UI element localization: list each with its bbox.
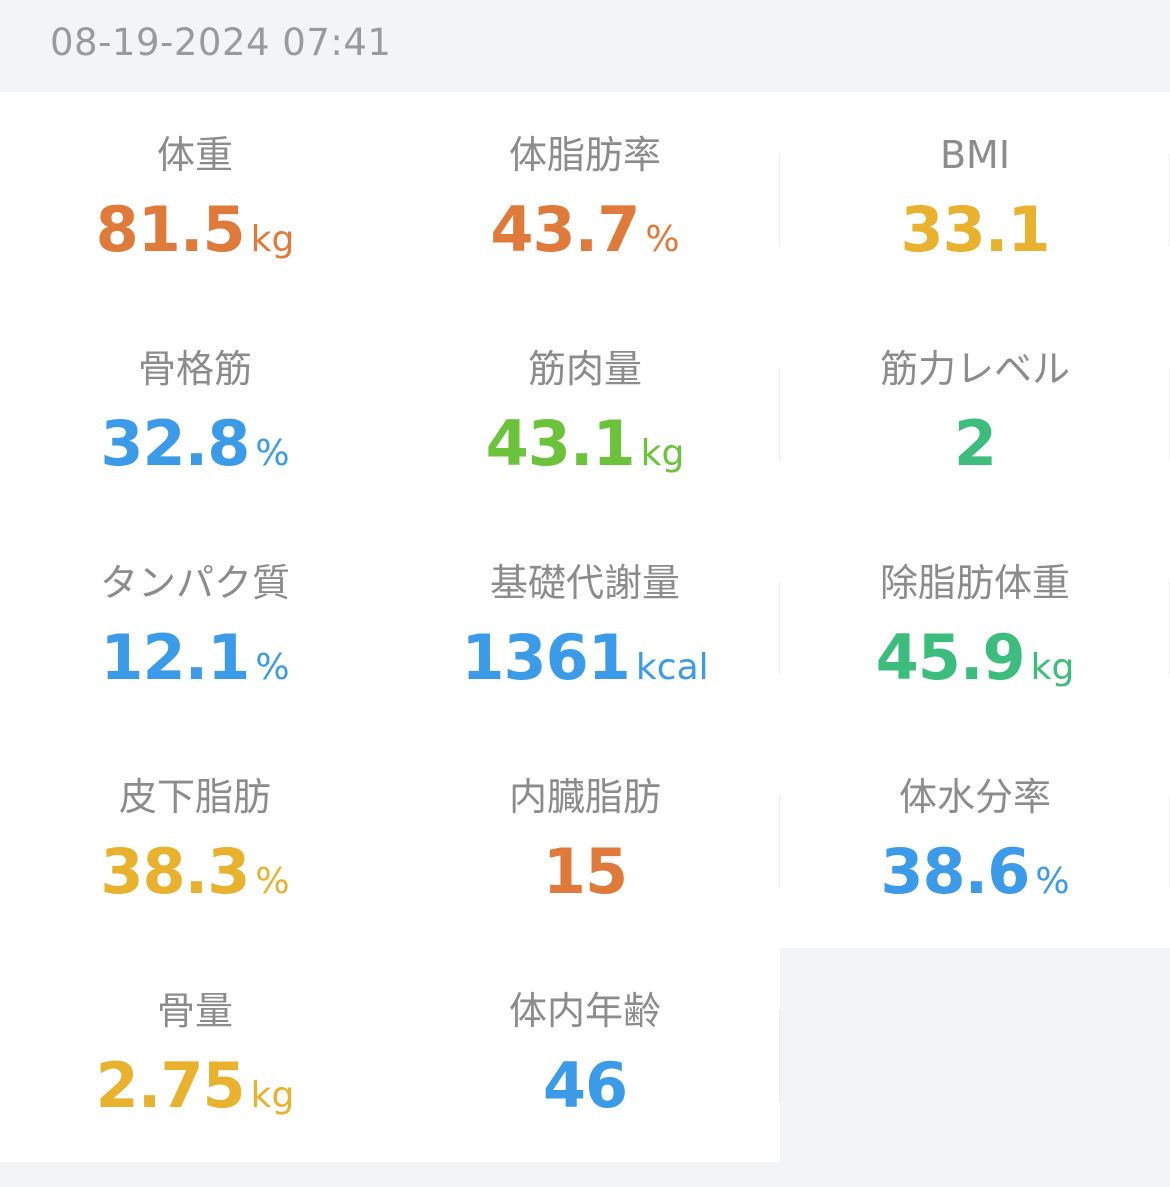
- metric-value-wrap: 15: [390, 836, 780, 924]
- bottom-background: [0, 1164, 1170, 1187]
- metric-value-wrap: 32.8%: [0, 408, 390, 496]
- metric-value: 38.3: [100, 835, 250, 908]
- metric-value-wrap: 2: [780, 408, 1170, 496]
- metric-unit: %: [255, 433, 290, 474]
- metric-basal-metabolism[interactable]: 基礎代謝量 1361 kcal: [390, 520, 780, 734]
- metric-label: 体脂肪率: [508, 133, 661, 177]
- metrics-row: 体重 81.5 kg 体脂肪率 43.7% BMI 33.1: [0, 92, 1170, 306]
- metric-value: 15: [542, 835, 628, 908]
- metric-label: 筋肉量: [527, 347, 642, 391]
- metric-value-wrap: 12.1%: [0, 622, 390, 710]
- metric-value-wrap: 46: [390, 1050, 780, 1138]
- metric-muscle-mass[interactable]: 筋肉量 43.1 kg: [390, 306, 780, 520]
- metric-label: 骨格筋: [137, 347, 252, 391]
- measurement-timestamp: 08-19-2024 07:41: [50, 21, 392, 64]
- metric-value-wrap: 45.9 kg: [780, 622, 1170, 710]
- metric-label: 基礎代謝量: [489, 561, 680, 605]
- metric-label: BMI: [939, 133, 1011, 177]
- metric-label: 内臓脂肪: [508, 775, 661, 819]
- metric-value: 1361: [461, 621, 631, 694]
- metric-value: 2.75: [95, 1049, 246, 1122]
- metric-unit: kg: [640, 433, 685, 474]
- metric-label: 除脂肪体重: [879, 561, 1070, 605]
- metric-value: 43.7: [490, 193, 640, 266]
- metric-value-wrap: 33.1: [780, 194, 1170, 282]
- metric-value: 2: [953, 407, 997, 480]
- metric-value-wrap: 38.6%: [780, 836, 1170, 924]
- metric-body-water-rate[interactable]: 体水分率 38.6%: [780, 734, 1170, 948]
- metric-visceral-fat[interactable]: 内臓脂肪 15: [390, 734, 780, 948]
- metric-value-wrap: 1361 kcal: [390, 622, 780, 710]
- metric-weight[interactable]: 体重 81.5 kg: [0, 92, 390, 306]
- metric-skeletal-muscle[interactable]: 骨格筋 32.8%: [0, 306, 390, 520]
- empty-grid-cell: [780, 950, 1170, 1187]
- metric-unit: %: [645, 219, 680, 260]
- metric-metabolic-age[interactable]: 体内年齢 46: [390, 948, 780, 1162]
- metric-unit: kg: [250, 1075, 295, 1116]
- metric-value: 33.1: [900, 193, 1051, 266]
- metrics-row: 皮下脂肪 38.3% 内臓脂肪 15 体水分率 38.6%: [0, 734, 1170, 948]
- metric-subcutaneous-fat[interactable]: 皮下脂肪 38.3%: [0, 734, 390, 948]
- metric-bmi[interactable]: BMI 33.1: [780, 92, 1170, 306]
- metric-value: 32.8: [100, 407, 250, 480]
- metric-value: 45.9: [875, 621, 1026, 694]
- metric-value: 81.5: [95, 193, 246, 266]
- metric-label: 体水分率: [898, 775, 1051, 819]
- metrics-row: タンパク質 12.1% 基礎代謝量 1361 kcal 除脂肪体重 45.9 kg: [0, 520, 1170, 734]
- metric-label: タンパク質: [99, 561, 290, 605]
- metric-label: 骨量: [156, 989, 233, 1033]
- metric-value: 12.1: [100, 621, 250, 694]
- metric-value-wrap: 43.1 kg: [390, 408, 780, 496]
- metric-unit: kg: [1030, 647, 1075, 688]
- metric-value-wrap: 43.7%: [390, 194, 780, 282]
- metric-label: 体重: [156, 133, 233, 177]
- metric-label: 筋力レベル: [879, 347, 1070, 391]
- metric-unit: %: [255, 861, 290, 902]
- metric-unit: %: [1035, 861, 1070, 902]
- metric-value-wrap: 2.75 kg: [0, 1050, 390, 1138]
- metric-unit: kg: [250, 219, 295, 260]
- metric-value-wrap: 38.3%: [0, 836, 390, 924]
- metric-protein[interactable]: タンパク質 12.1%: [0, 520, 390, 734]
- metric-bone-mass[interactable]: 骨量 2.75 kg: [0, 948, 390, 1162]
- metric-unit: %: [255, 647, 290, 688]
- metric-value: 46: [542, 1049, 628, 1122]
- metric-value-wrap: 81.5 kg: [0, 194, 390, 282]
- metric-label: 体内年齢: [508, 989, 661, 1033]
- header: 08-19-2024 07:41: [0, 0, 1170, 92]
- metric-body-fat-rate[interactable]: 体脂肪率 43.7%: [390, 92, 780, 306]
- metric-unit: kcal: [635, 647, 709, 688]
- metric-value: 43.1: [485, 407, 636, 480]
- metric-lean-body-mass[interactable]: 除脂肪体重 45.9 kg: [780, 520, 1170, 734]
- metric-value: 38.6: [880, 835, 1030, 908]
- metric-label: 皮下脂肪: [118, 775, 271, 819]
- metric-strength-level[interactable]: 筋力レベル 2: [780, 306, 1170, 520]
- metrics-row: 骨格筋 32.8% 筋肉量 43.1 kg 筋力レベル 2: [0, 306, 1170, 520]
